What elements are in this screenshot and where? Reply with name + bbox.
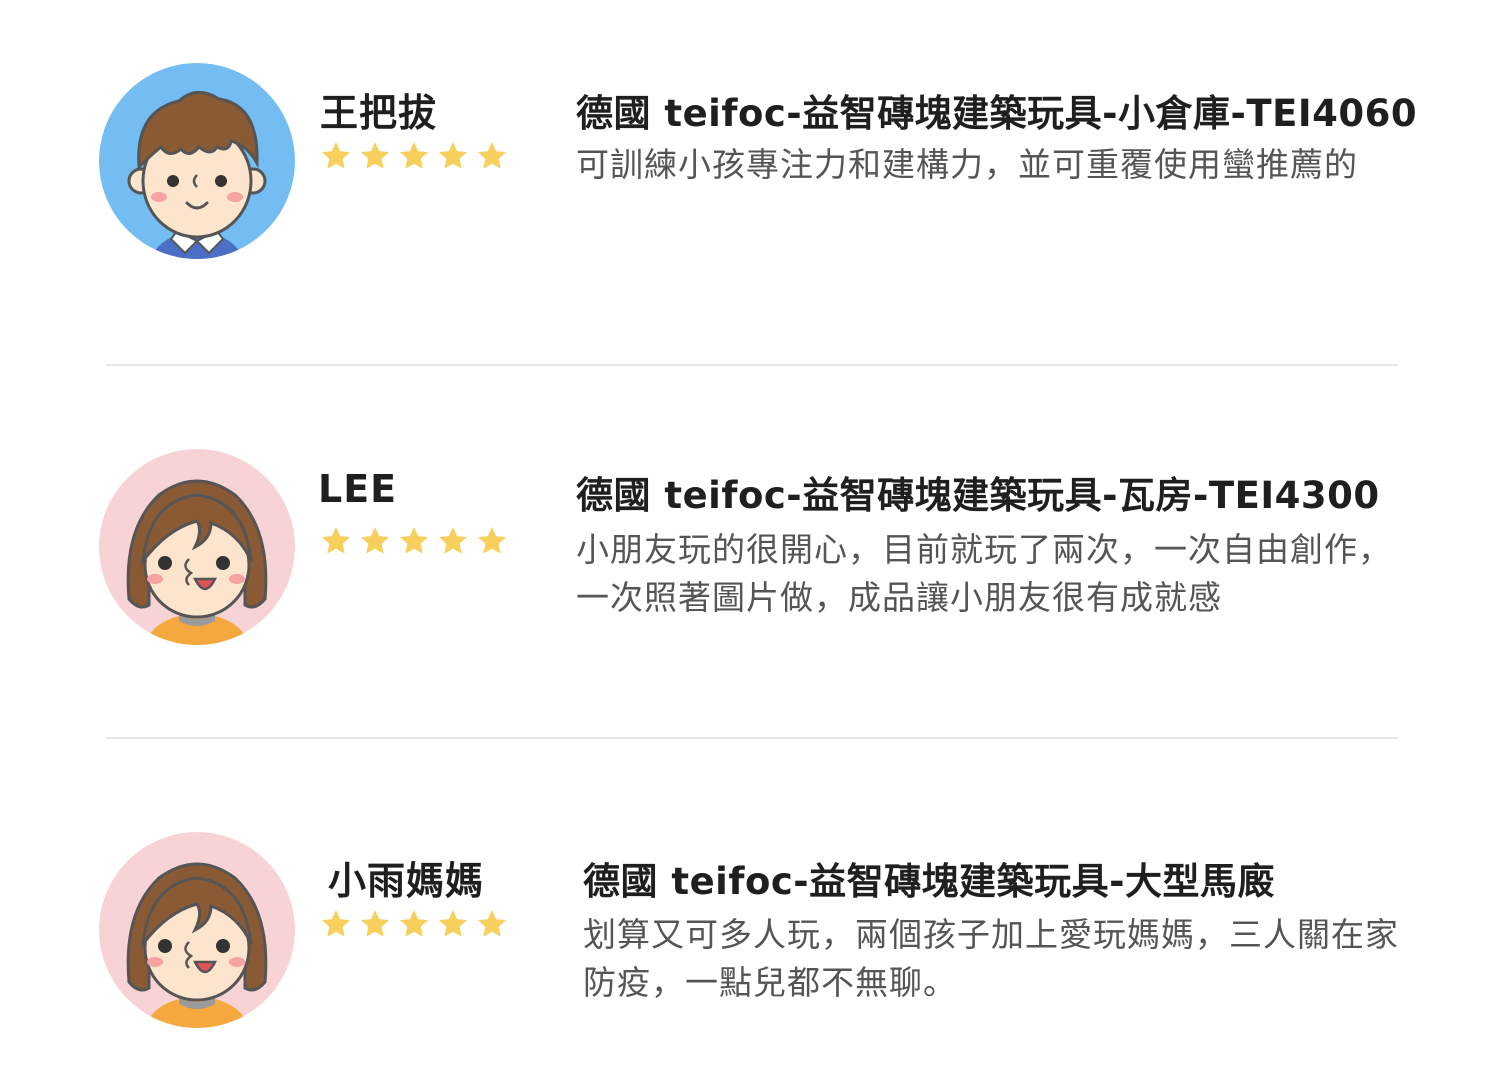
star-icon: [439, 527, 467, 554]
star-icon: [361, 527, 389, 554]
reviewer-name: 王把拔: [320, 91, 438, 135]
star-icon: [439, 142, 467, 169]
product-title[interactable]: 德國 teifoc-益智磚塊建築玩具-大型馬廄: [583, 851, 1275, 905]
girl-avatar-icon: [99, 832, 295, 1028]
star-icon: [400, 910, 428, 937]
star-icon: [361, 910, 389, 937]
product-title[interactable]: 德國 teifoc-益智磚塊建築玩具-小倉庫-TEI4060: [576, 83, 1417, 137]
girl-avatar-icon: [99, 449, 295, 645]
star-icon: [322, 910, 350, 937]
review-comment: 小朋友玩的很開心，目前就玩了兩次，一次自由創作，一次照著圖片做，成品讓小朋友很有…: [576, 530, 1392, 617]
star-icon: [439, 910, 467, 937]
star-rating: [320, 525, 508, 557]
divider: [106, 364, 1398, 366]
star-icon: [400, 527, 428, 554]
product-title[interactable]: 德國 teifoc-益智磚塊建築玩具-瓦房-TEI4300: [576, 465, 1380, 519]
reviewer-name: 小雨媽媽: [328, 859, 485, 903]
star-rating: [320, 908, 508, 940]
review-comment: 可訓練小孩專注力和建構力，並可重覆使用蠻推薦的: [576, 145, 1358, 184]
review-comment: 划算又可多人玩，兩個孩子加上愛玩媽媽，三人關在家防疫，一點兒都不無聊。: [583, 915, 1399, 1002]
star-icon: [478, 910, 506, 937]
star-rating: [320, 140, 508, 172]
star-icon: [478, 142, 506, 169]
reviewer-name: LEE: [318, 467, 398, 511]
star-icon: [322, 527, 350, 554]
star-icon: [400, 142, 428, 169]
boy-avatar-icon: [99, 63, 295, 259]
divider: [106, 737, 1398, 739]
star-icon: [322, 142, 350, 169]
star-icon: [361, 142, 389, 169]
star-icon: [478, 527, 506, 554]
